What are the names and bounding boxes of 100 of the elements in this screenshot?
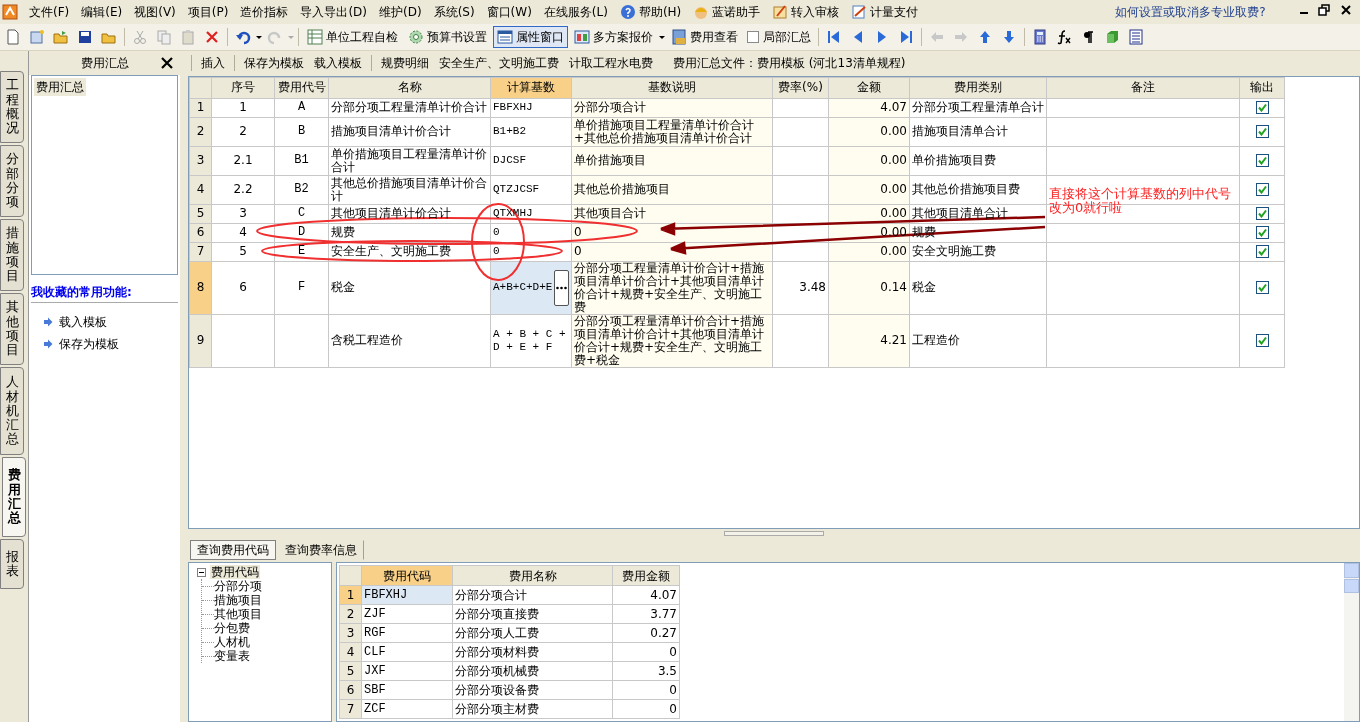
up-arrow-icon: [977, 29, 993, 45]
column-header[interactable]: 费用代号: [274, 77, 329, 99]
tab[interactable]: 查询费用代码: [190, 540, 276, 560]
output-checkbox[interactable]: [1255, 154, 1269, 168]
corner-header: [339, 565, 362, 586]
side-tab[interactable]: 措施项目: [0, 219, 24, 291]
side-tab[interactable]: 分部分项: [0, 145, 24, 217]
splitter-handle[interactable]: [724, 531, 824, 537]
table-cell: 分部分项工程量清单计价合计: [328, 98, 491, 118]
column-header[interactable]: 费用金额: [612, 565, 680, 586]
menu-item[interactable]: 文件(F): [24, 1, 75, 23]
output-checkbox[interactable]: [1255, 281, 1269, 295]
tree-item[interactable]: 措施项目: [214, 593, 262, 607]
side-tab[interactable]: 人材机汇总: [0, 367, 24, 455]
scrollbar[interactable]: [1344, 563, 1359, 721]
favorite-link[interactable]: 载入模板: [59, 313, 107, 331]
column-header[interactable]: 名称: [328, 77, 491, 99]
row-number[interactable]: 2: [189, 117, 212, 147]
menu-item[interactable]: 转入审核: [767, 1, 845, 23]
tree-toggle[interactable]: [197, 567, 206, 577]
toolbar-button[interactable]: 单位工程自检: [303, 26, 402, 48]
menu-item[interactable]: 系统(S): [428, 1, 480, 23]
tree-item[interactable]: 费用汇总: [34, 78, 86, 96]
output-checkbox[interactable]: [1255, 183, 1269, 197]
menu-item[interactable]: 在线服务(L): [538, 1, 613, 23]
toolbar-button[interactable]: 属性窗口: [493, 26, 568, 48]
cube-icon: [1104, 29, 1120, 45]
toolbar-button[interactable]: 规费明细: [377, 54, 433, 73]
column-header[interactable]: 金额: [828, 77, 910, 99]
side-tab[interactable]: 其他项目: [0, 293, 24, 365]
output-checkbox[interactable]: [1255, 101, 1269, 115]
table-cell: 其他总价措施项目清单计价合计: [328, 175, 491, 205]
menu-item[interactable]: 计量支付: [846, 1, 924, 23]
column-header[interactable]: 基数说明: [571, 77, 773, 99]
column-header[interactable]: 费用代码: [361, 565, 453, 586]
menu-item[interactable]: 导入导出(D): [295, 1, 372, 23]
tree-item[interactable]: 费用代码: [210, 565, 260, 579]
close-button[interactable]: [160, 56, 174, 70]
menu-item[interactable]: 编辑(E): [76, 1, 128, 23]
partial-summary-checkbox[interactable]: 局部汇总: [744, 28, 814, 46]
delete-icon: [204, 29, 220, 45]
menu-item[interactable]: 窗口(W): [481, 1, 537, 23]
toolbar-button[interactable]: 安全生产、文明施工费: [435, 54, 563, 73]
down-arrow-icon: [1001, 29, 1017, 45]
menu-item[interactable]: 项目(P): [182, 1, 234, 23]
row-number[interactable]: 8: [189, 261, 212, 315]
side-tab[interactable]: 工程概况: [0, 71, 24, 143]
tree-item[interactable]: 分部分项: [214, 579, 262, 593]
table-cell: 1: [211, 98, 275, 118]
minus-icon: [199, 569, 204, 575]
arrow-icon: [43, 317, 53, 327]
output-checkbox[interactable]: [1255, 334, 1269, 348]
check-icon: [1257, 336, 1267, 346]
row-number[interactable]: 9: [189, 314, 212, 368]
column-header[interactable]: 输出: [1239, 77, 1285, 99]
table-cell: B1+B2: [490, 117, 572, 147]
check-icon: [1257, 283, 1267, 293]
toolbar-button[interactable]: 预算书设置: [404, 26, 491, 48]
ledger-icon: [671, 29, 687, 45]
output-checkbox[interactable]: [1255, 226, 1269, 240]
toolbar-button[interactable]: 保存为模板: [240, 54, 308, 73]
tree-item[interactable]: 分包费: [214, 621, 250, 635]
menu-item[interactable]: 视图(V): [129, 1, 181, 23]
side-tab[interactable]: 报表: [0, 539, 24, 589]
tree-item[interactable]: 变量表: [214, 649, 250, 663]
minimize-icon: [1300, 12, 1308, 14]
output-checkbox[interactable]: [1255, 207, 1269, 221]
chart-icon: [574, 29, 590, 45]
row-number[interactable]: 4: [189, 175, 212, 205]
column-header[interactable]: 计算基数: [490, 77, 572, 99]
ellipsis-button[interactable]: [554, 269, 569, 306]
column-header[interactable]: 备注: [1046, 77, 1240, 99]
column-header[interactable]: 费用类别: [909, 77, 1047, 99]
menu-item[interactable]: 维护(D): [374, 1, 427, 23]
menu-item[interactable]: 造价指标: [235, 1, 294, 23]
toolbar-button[interactable]: 载入模板: [310, 54, 366, 73]
toolbar-button[interactable]: 计取工程水电费: [565, 54, 657, 73]
menu-item[interactable]: 蓝诺助手: [688, 1, 766, 23]
column-header[interactable]: 费用名称: [452, 565, 613, 586]
column-header[interactable]: 序号: [211, 77, 275, 99]
toolbar-button[interactable]: 费用查看: [667, 26, 742, 48]
toolbar-button[interactable]: 多方案报价: [570, 26, 657, 48]
checklist-icon: [307, 29, 323, 45]
document-pen-icon: [851, 4, 868, 20]
table-cell: 3.48: [772, 261, 829, 315]
tab[interactable]: 查询费率信息: [278, 540, 364, 560]
table-cell: 6: [211, 261, 275, 315]
side-tab[interactable]: 费用汇总: [2, 457, 26, 537]
output-checkbox[interactable]: [1255, 125, 1269, 139]
table-cell: 安全文明施工费: [909, 242, 1047, 262]
tree-item[interactable]: 人材机: [214, 635, 250, 649]
column-header[interactable]: 费率(%): [772, 77, 829, 99]
help-link[interactable]: 如何设置或取消多专业取费?: [1115, 3, 1266, 21]
toolbar-button[interactable]: 插入: [197, 54, 229, 73]
menu-item[interactable]: 帮助(H): [614, 1, 687, 23]
table-cell: 分部分项材料费: [452, 642, 613, 662]
output-checkbox[interactable]: [1255, 245, 1269, 259]
tree-item[interactable]: 其他项目: [214, 607, 262, 621]
favorite-link[interactable]: 保存为模板: [59, 335, 119, 353]
row-number[interactable]: 3: [189, 146, 212, 176]
